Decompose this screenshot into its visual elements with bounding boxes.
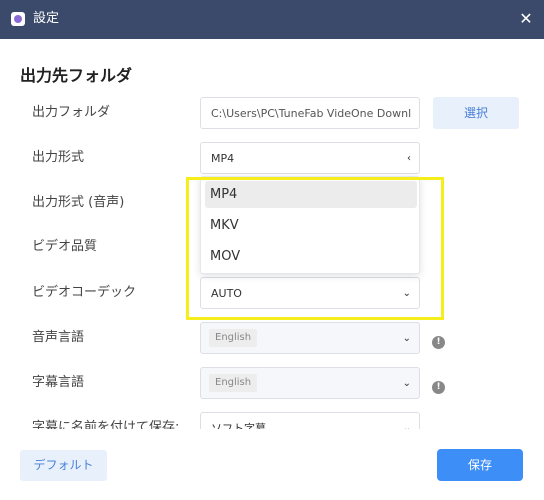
- audio-format-label: 出力形式 (音声): [32, 195, 125, 210]
- video-quality-label: ビデオ品質: [32, 239, 98, 254]
- subtitle-language-tag: English: [209, 374, 258, 392]
- info-exclamation-icon[interactable]: !: [432, 381, 445, 394]
- close-icon[interactable]: ✕: [516, 9, 536, 29]
- default-button[interactable]: デフォルト: [20, 450, 107, 481]
- audio-language-select[interactable]: English ⌄: [200, 322, 420, 354]
- save-button[interactable]: 保存: [437, 449, 523, 481]
- select-folder-button[interactable]: 選択: [433, 97, 519, 129]
- chevron-down-icon: ⌄: [402, 333, 411, 344]
- chevron-left-icon: ‹: [407, 153, 411, 164]
- settings-content: 出力先フォルダ 出力フォルダ C:\Users\PC\TuneFab VideO…: [0, 39, 544, 429]
- app-logo-icon: [11, 12, 25, 26]
- audio-language-tag: English: [209, 329, 258, 347]
- chevron-down-icon: ⌄: [402, 423, 411, 429]
- dialog-footer: デフォルト 保存: [0, 429, 544, 500]
- title-bar: 設定 ✕: [0, 0, 544, 39]
- output-folder-path: C:\Users\PC\TuneFab VideOne Downl: [211, 107, 412, 120]
- output-folder-label: 出力フォルダ: [32, 105, 111, 120]
- subtitle-language-select[interactable]: English ⌄: [200, 367, 420, 399]
- subtitle-language-label: 字幕言語: [32, 375, 85, 390]
- save-subtitle-select[interactable]: ソフト字幕 ⌄: [200, 412, 420, 429]
- output-format-value: MP4: [211, 152, 235, 165]
- info-exclamation-icon[interactable]: !: [432, 336, 445, 349]
- window-title: 設定: [33, 11, 60, 26]
- output-format-label: 出力形式: [32, 150, 85, 165]
- highlight-frame: [186, 177, 444, 320]
- audio-language-label: 音声言語: [32, 330, 85, 345]
- output-format-select[interactable]: MP4 ‹: [200, 142, 420, 174]
- section-title: 出力先フォルダ: [20, 66, 133, 85]
- output-folder-input[interactable]: C:\Users\PC\TuneFab VideOne Downl: [200, 97, 420, 129]
- video-codec-label: ビデオコーデック: [32, 285, 137, 300]
- save-subtitle-label: 字幕に名前を付けて保存:: [32, 420, 180, 429]
- chevron-down-icon: ⌄: [402, 378, 411, 389]
- save-subtitle-value: ソフト字幕: [211, 422, 266, 429]
